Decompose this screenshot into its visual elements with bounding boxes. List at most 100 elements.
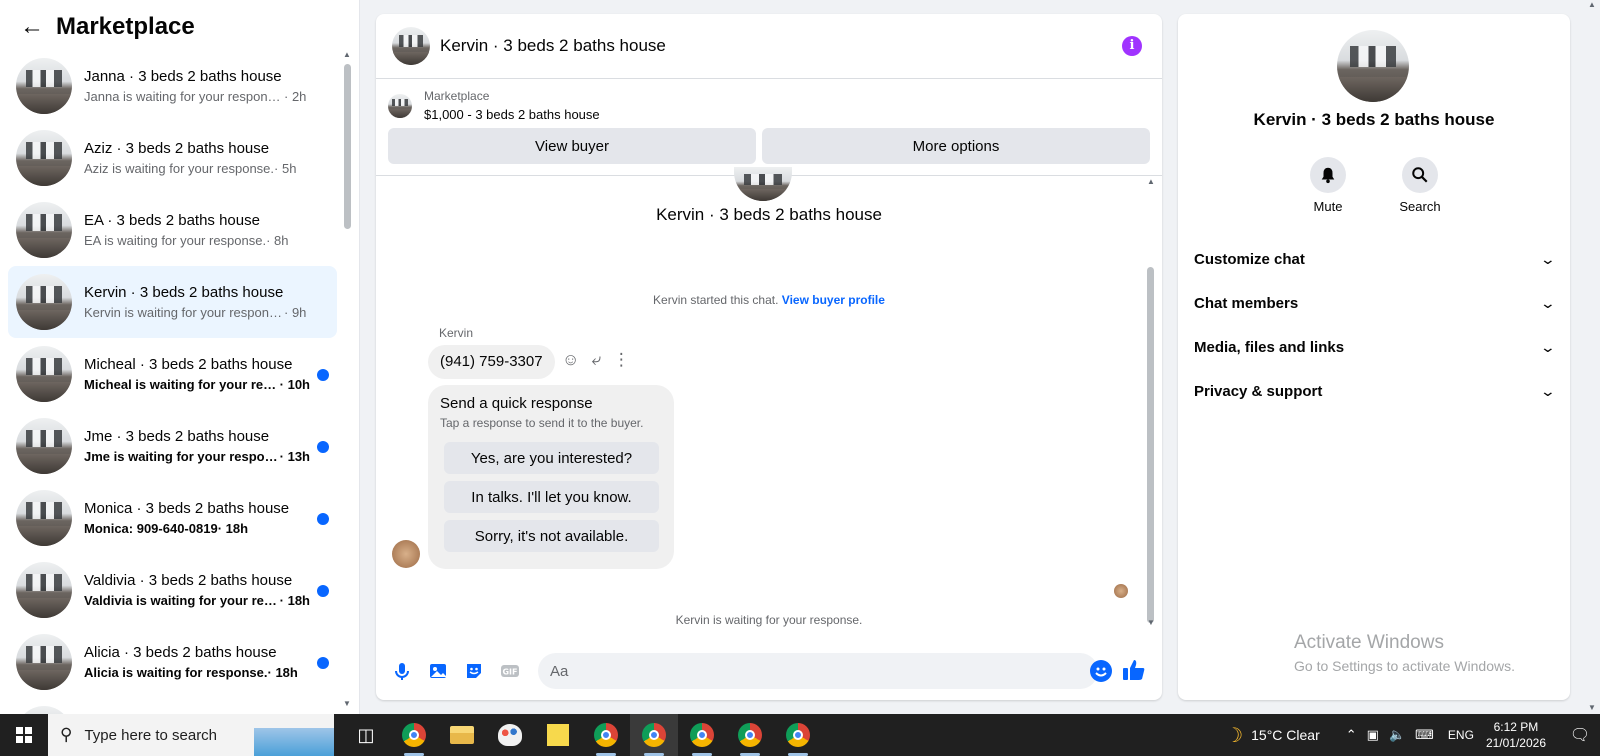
volume-icon[interactable]: 🔈 bbox=[1389, 727, 1405, 743]
info-section[interactable]: Chat members ⌄ bbox=[1194, 281, 1556, 325]
chat-title[interactable]: Kervin · 3 beds 2 baths house bbox=[440, 36, 666, 56]
conversation-item[interactable]: Kervin · 3 beds 2 baths house Kervin is w… bbox=[8, 266, 337, 338]
windows-start-icon[interactable] bbox=[0, 714, 48, 756]
camera-icon[interactable]: ▣ bbox=[1367, 727, 1379, 743]
chrome-icon[interactable] bbox=[390, 714, 438, 756]
chrome-profile-icon[interactable] bbox=[726, 714, 774, 756]
info-section-label: Customize chat bbox=[1194, 250, 1305, 268]
conversation-time: · 8h bbox=[266, 233, 289, 248]
conversation-name: Valdivia · 3 beds 2 baths house bbox=[84, 572, 293, 589]
info-name: Kervin · 3 beds 2 baths house bbox=[1253, 110, 1495, 129]
listing-price[interactable]: $1,000 - 3 beds 2 baths house bbox=[424, 107, 600, 122]
info-icon[interactable]: i bbox=[1122, 36, 1142, 56]
emoji-icon[interactable] bbox=[1090, 660, 1112, 682]
message-bubble[interactable]: (941) 759-3307 bbox=[428, 345, 555, 379]
sidebar-scrollbar[interactable]: ▲ ▼ bbox=[343, 50, 351, 708]
chat-avatar[interactable] bbox=[392, 27, 430, 65]
info-avatar[interactable] bbox=[1337, 30, 1409, 102]
notification-icon[interactable]: 🗨 bbox=[1560, 725, 1600, 745]
quick-response-option[interactable]: Sorry, it's not available. bbox=[444, 520, 659, 552]
search-icon: ⚲ bbox=[60, 725, 73, 744]
listing-label: Marketplace bbox=[424, 89, 490, 103]
scroll-down-icon[interactable]: ▼ bbox=[1147, 618, 1155, 627]
chevron-down-icon: ⌄ bbox=[1539, 250, 1557, 267]
bell-icon[interactable] bbox=[1310, 157, 1346, 193]
conversation-item[interactable]: Alicia · 3 beds 2 baths house Alicia is w… bbox=[8, 626, 337, 698]
chrome-profile-icon[interactable] bbox=[582, 714, 630, 756]
conversation-thumbnail bbox=[16, 202, 72, 258]
conversation-thumbnail bbox=[16, 490, 72, 546]
info-sections: Customize chat ⌄ Chat members ⌄ Media, files… bbox=[1194, 237, 1557, 413]
conversation-time: · 18h bbox=[279, 593, 310, 608]
weather-widget[interactable]: ☽ 15°C Clear bbox=[1225, 723, 1320, 748]
paint-icon[interactable] bbox=[486, 714, 534, 756]
sender-avatar[interactable] bbox=[392, 540, 420, 568]
conversation-item[interactable]: Micheal · 3 beds 2 baths house Micheal is… bbox=[8, 338, 337, 410]
conversation-name: Janna · 3 beds 2 baths house bbox=[84, 68, 282, 85]
chrome-profile-icon[interactable] bbox=[678, 714, 726, 756]
conversation-item[interactable]: Valdivia · 3 beds 2 baths house Valdivia … bbox=[8, 554, 337, 626]
taskbar-search[interactable]: ⚲ Type here to search bbox=[48, 714, 334, 756]
scroll-down-icon[interactable]: ▼ bbox=[1588, 703, 1596, 712]
mute-button[interactable]: Mute bbox=[1300, 157, 1356, 214]
scroll-down-icon[interactable]: ▼ bbox=[343, 699, 351, 708]
search-button[interactable]: Search bbox=[1392, 157, 1448, 214]
chrome-profile-icon[interactable] bbox=[630, 714, 678, 756]
conversation-thumbnail bbox=[16, 634, 72, 690]
back-arrow-icon[interactable]: ← bbox=[20, 13, 52, 41]
gif-icon[interactable]: GIF bbox=[500, 661, 520, 681]
page-scrollbar[interactable]: ▲ ▼ bbox=[1584, 0, 1600, 714]
react-emoji-icon[interactable]: ☺ bbox=[562, 350, 579, 370]
conversation-preview: Alicia is waiting for response. bbox=[84, 665, 268, 680]
conversation-name: Monica · 3 beds 2 baths house bbox=[84, 500, 290, 517]
scroll-up-icon[interactable]: ▲ bbox=[1588, 0, 1596, 9]
chevron-up-icon[interactable]: ⌃ bbox=[1346, 727, 1357, 743]
message-input[interactable] bbox=[538, 653, 1098, 689]
conversation-item[interactable]: EA · 3 beds 2 baths house EA is waiting f… bbox=[8, 194, 337, 266]
microphone-icon[interactable] bbox=[392, 661, 412, 681]
info-section-label: Chat members bbox=[1194, 294, 1299, 312]
clock[interactable]: 6:12 PM 21/01/2026 bbox=[1486, 719, 1546, 751]
conversation-time: · 10h bbox=[279, 377, 310, 392]
sticker-icon[interactable] bbox=[464, 661, 484, 681]
conversation-preview: EA is waiting for your response. bbox=[84, 233, 267, 248]
chrome-profile-icon[interactable] bbox=[774, 714, 822, 756]
conversation-thumbnail bbox=[16, 130, 72, 186]
unread-dot-icon bbox=[317, 513, 329, 525]
view-buyer-profile-link[interactable]: View buyer profile bbox=[782, 293, 885, 307]
more-dots-icon[interactable]: ⋮ bbox=[613, 350, 630, 370]
language-indicator[interactable]: ENG bbox=[1448, 728, 1474, 742]
conversation-item[interactable]: Aziz · 3 beds 2 baths house Aziz is waiti… bbox=[8, 122, 337, 194]
task-view-icon[interactable]: ◫ bbox=[342, 714, 390, 756]
photo-icon[interactable] bbox=[428, 661, 448, 681]
conversation-thumbnail bbox=[16, 706, 72, 714]
weather-text: 15°C Clear bbox=[1251, 727, 1320, 743]
scroll-up-icon[interactable]: ▲ bbox=[1147, 177, 1155, 186]
scrollbar-thumb[interactable] bbox=[1147, 267, 1154, 623]
listing-thumbnail[interactable] bbox=[388, 93, 412, 118]
conversation-time: · 13h bbox=[279, 449, 310, 464]
chat-scrollbar[interactable]: ▲ ▼ bbox=[1146, 177, 1156, 627]
scrollbar-thumb[interactable] bbox=[344, 64, 351, 229]
more-options-button[interactable]: More options bbox=[762, 128, 1150, 164]
keyboard-icon[interactable]: ⌨ bbox=[1415, 727, 1434, 743]
search-icon[interactable] bbox=[1402, 157, 1438, 193]
conversation-item[interactable]: Monica · 3 beds 2 baths house Monica: 909… bbox=[8, 482, 337, 554]
quick-response-option[interactable]: Yes, are you interested? bbox=[444, 442, 659, 474]
info-section[interactable]: Media, files and links ⌄ bbox=[1194, 325, 1556, 369]
conversation-preview: Kervin is waiting for your response. bbox=[84, 305, 284, 320]
quick-response-option[interactable]: In talks. I'll let you know. bbox=[444, 481, 659, 513]
file-explorer-icon[interactable] bbox=[438, 714, 486, 756]
sticky-notes-icon[interactable] bbox=[534, 714, 582, 756]
info-section[interactable]: Customize chat ⌄ bbox=[1194, 237, 1557, 281]
thumbs-up-icon[interactable] bbox=[1122, 658, 1146, 682]
reply-icon[interactable]: ⤶ bbox=[591, 350, 601, 370]
info-section[interactable]: Privacy & support ⌄ bbox=[1194, 369, 1556, 413]
scroll-up-icon[interactable]: ▲ bbox=[343, 50, 351, 59]
conversation-item[interactable]: Wes · 3 beds 2 baths house bbox=[8, 698, 337, 714]
conversation-item[interactable]: Janna · 3 beds 2 baths house Janna is wai… bbox=[8, 50, 337, 122]
quick-response-options: Yes, are you interested? In talks. I'll l… bbox=[440, 442, 662, 552]
conversation-item[interactable]: Jme · 3 beds 2 baths house Jme is waiting… bbox=[8, 410, 337, 482]
waiting-notice: Kervin is waiting for your response. bbox=[675, 613, 863, 627]
view-buyer-button[interactable]: View buyer bbox=[388, 128, 757, 164]
